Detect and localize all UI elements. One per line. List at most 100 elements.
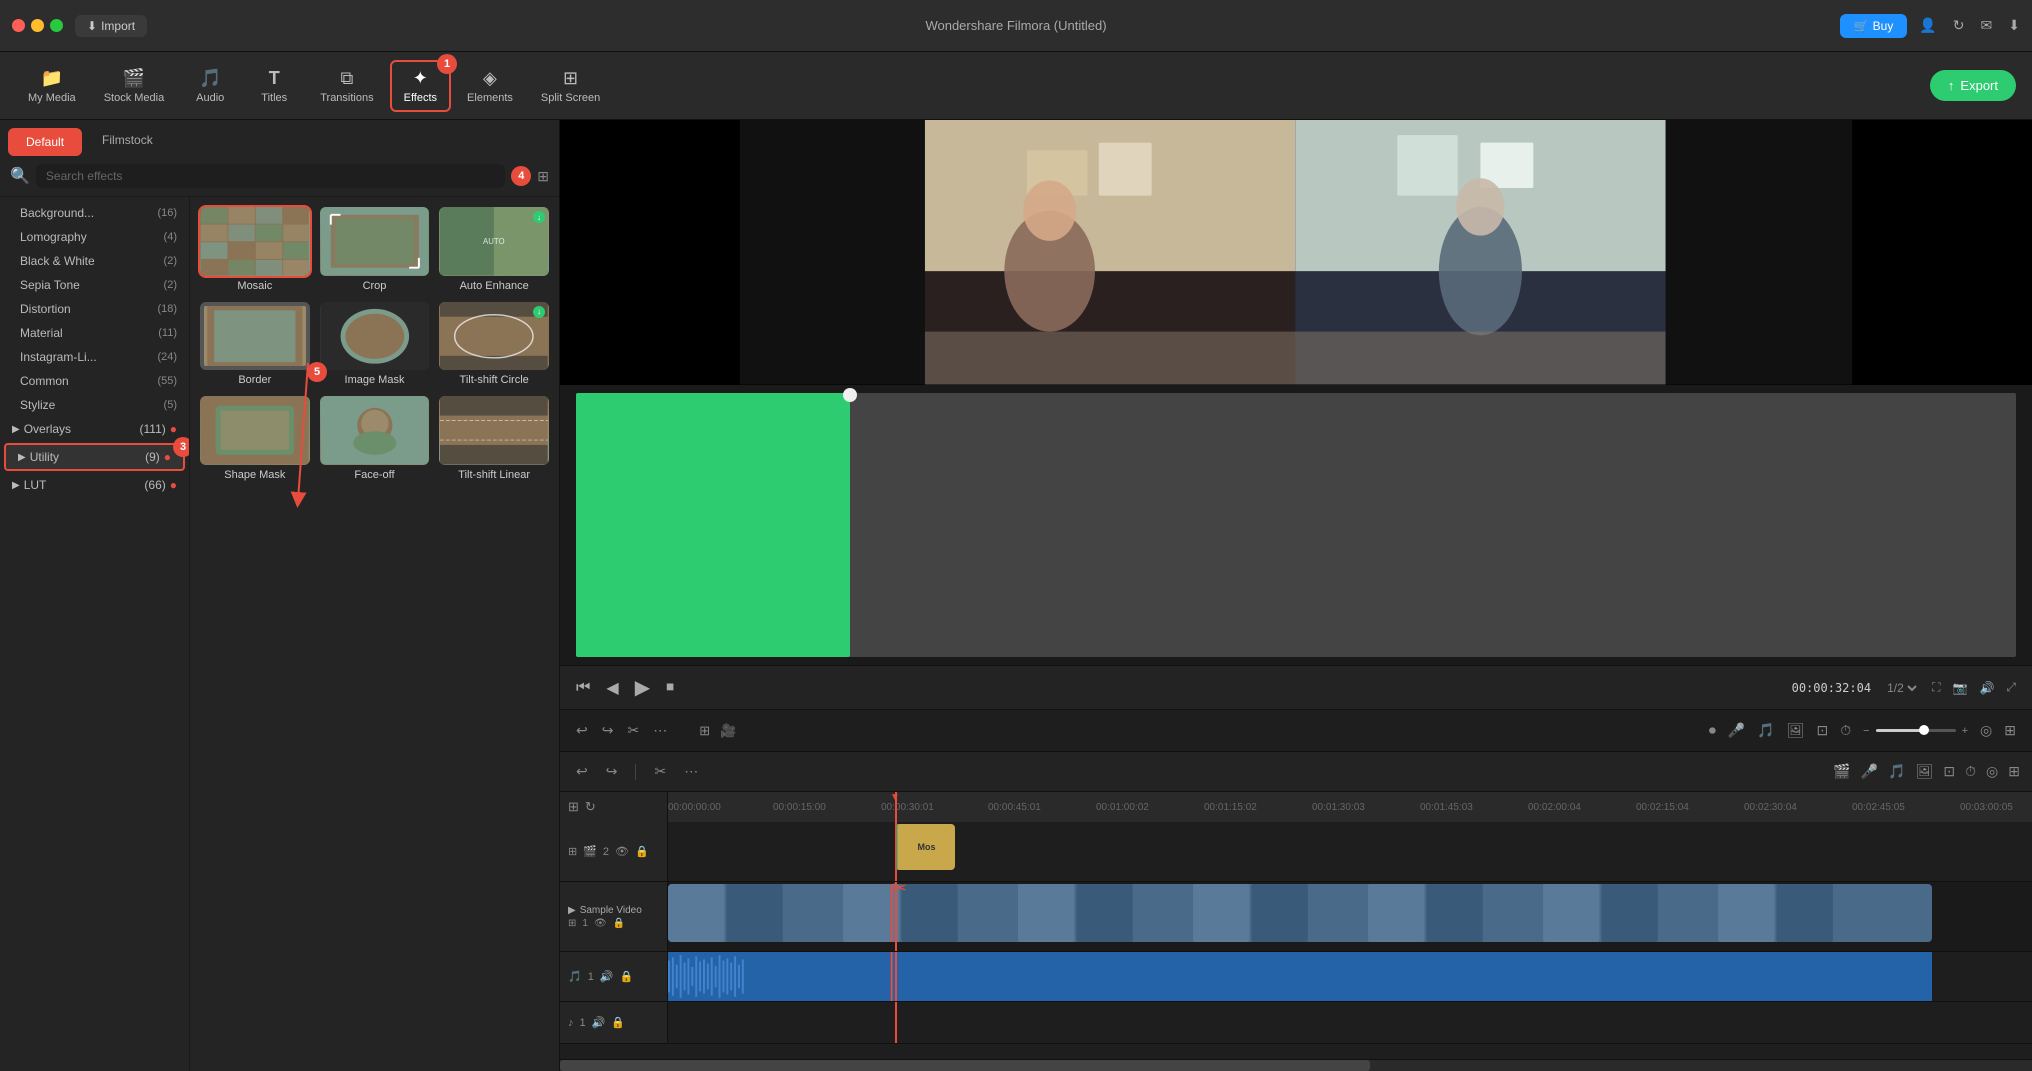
tl-undo-icon[interactable]: ↩ [572,759,592,784]
music-icon[interactable]: 🎵 [1757,722,1774,739]
user-icon[interactable]: 👤 [1919,17,1936,34]
sidebar-item-distortion[interactable]: Distortion (18) [0,297,189,321]
record-icon[interactable]: ⏺ [1709,722,1716,739]
buy-button[interactable]: 🛒 Buy [1840,14,1908,38]
tl-redo-icon[interactable]: ↪ [602,759,622,784]
play-icon[interactable]: ▶ [635,675,650,700]
track-2-eye-icon[interactable]: 👁 [615,845,629,858]
tab-default[interactable]: Default [8,128,82,156]
toolbar-item-elements[interactable]: ◈ Elements [455,62,525,110]
sidebar-item-lomography[interactable]: Lomography (4) [0,225,189,249]
sidebar-item-instagram[interactable]: Instagram-Li... (24) [0,345,189,369]
undo-icon[interactable]: ↩ [576,722,588,739]
effect-card-image-mask[interactable]: Image Mask [320,302,430,387]
split-icon[interactable]: ⊡ [1817,722,1829,739]
settings-icon[interactable]: ⬇ [2008,17,2020,34]
sidebar-item-sepia-tone[interactable]: Sepia Tone (2) [0,273,189,297]
grid-view-icon[interactable]: ⊞ [537,168,549,185]
play-back-icon[interactable]: ◀ [606,678,618,698]
effect-card-tiltshift-circle[interactable]: ↓ Tilt-shift Circle [439,302,549,387]
sidebar-item-black-white[interactable]: Black & White (2) [0,249,189,273]
tl-grid-icon[interactable]: ⊞ [2008,763,2020,780]
target-icon[interactable]: ◎ [1980,722,1992,739]
minimize-button[interactable] [31,19,44,32]
image-icon[interactable]: 🖼 [1787,722,1805,739]
sidebar-item-stylize[interactable]: Stylize (5) [0,393,189,417]
mail-icon[interactable]: ✉ [1981,17,1993,34]
effect-card-crop[interactable]: Crop [320,207,430,292]
toolbar-item-split-screen[interactable]: ⊞ Split Screen [529,62,612,110]
effect-card-auto-enhance[interactable]: AUTO ↓ Auto Enhance [439,207,549,292]
tl-more-icon[interactable]: ⋯ [680,759,702,784]
tl-cut-icon[interactable]: ✂ [650,759,670,784]
close-button[interactable] [12,19,25,32]
magnet-icon[interactable]: ✂ [627,722,639,739]
ratio-select[interactable]: 1/2 1/1 1/4 [1883,680,1920,696]
toolbar-item-my-media[interactable]: 📁 My Media [16,62,88,110]
export-button[interactable]: ↑ Export [1930,70,2016,101]
track-1-eye-icon[interactable]: 👁 [594,918,607,929]
tl-target-icon[interactable]: ◎ [1986,763,1998,780]
tl-mic-icon[interactable]: 🎤 [1861,763,1878,780]
audio-vol-icon[interactable]: 🔊 [592,1016,606,1029]
sidebar-section-utility[interactable]: ▶ Utility (9) ● 3 [4,443,185,471]
toolbar-item-titles[interactable]: T Titles [244,62,304,110]
audio-lock-icon[interactable]: 🔒 [611,1016,625,1029]
sidebar-label-material: Material [20,326,63,340]
redo-icon[interactable]: ↪ [602,722,614,739]
effect-card-border[interactable]: Border [200,302,310,387]
sidebar-item-background[interactable]: Background... (16) [0,201,189,225]
timeline-scrollbar-thumb[interactable] [560,1060,1370,1071]
zoom-out-icon[interactable]: − [1863,725,1869,737]
track-audio-vol-icon[interactable]: 🔊 [600,970,614,983]
zoom-in-icon[interactable]: + [1962,725,1968,737]
zoom-track[interactable] [1876,729,1956,732]
split-screen-label: Split Screen [541,92,600,104]
progress-thumb[interactable] [843,388,857,402]
video-clip-strip[interactable] [668,884,1932,942]
sidebar-item-material[interactable]: Material (11) [0,321,189,345]
fullscreen-icon[interactable]: ⛶ [1932,680,1940,695]
stop-icon[interactable]: ⏹ [666,679,674,697]
effect-card-face-off[interactable]: Face-off [320,396,430,481]
sidebar-section-lut[interactable]: ▶ LUT (66) ● [0,473,189,497]
timeline-scrollbar[interactable] [560,1059,2032,1071]
tl-image-icon[interactable]: 🖼 [1916,763,1934,780]
sidebar-item-common[interactable]: Common (55) [0,369,189,393]
track-2-lock-icon[interactable]: 🔒 [635,845,649,858]
volume-icon[interactable]: 🔊 [1979,681,1994,695]
expand-icon[interactable]: ⤢ [2006,680,2016,695]
toolbar-item-audio[interactable]: 🎵 Audio [180,62,240,110]
camera-header-icon[interactable]: ↻ [585,799,596,815]
maximize-button[interactable] [50,19,63,32]
toolbar-item-effects[interactable]: ✦ Effects 1 [390,60,451,112]
add-track-header-icon[interactable]: ⊞ [568,799,579,815]
tl-video-icon[interactable]: 🎬 [1833,763,1850,780]
effect-clip-mosaic[interactable]: Mos [895,824,955,870]
zoom-thumb[interactable] [1919,725,1929,735]
tl-split-icon[interactable]: ⊡ [1943,763,1955,780]
skip-back-icon[interactable]: ⏮ [576,679,590,697]
search-input[interactable] [36,164,505,188]
clock-icon[interactable]: ⏱ [1840,722,1851,739]
track-1-lock-icon[interactable]: 🔒 [613,918,625,929]
effect-card-shape-mask[interactable]: Shape Mask [200,396,310,481]
sidebar-section-overlays[interactable]: ▶ Overlays (111) ● [0,417,189,441]
progress-bar-container[interactable] [576,393,2016,658]
tl-clock-icon[interactable]: ⏱ [1965,763,1976,780]
effect-card-mosaic[interactable]: Mosaic [200,207,310,292]
toolbar-item-stock-media[interactable]: 🎬 Stock Media [92,62,177,110]
import-button[interactable]: ⬇ Import [75,15,147,37]
add-track-icon[interactable]: ⊞ [699,723,710,739]
grid-settings-icon[interactable]: ⊞ [2004,722,2016,739]
more-icon[interactable]: ⋯ [653,722,667,739]
camera-icon[interactable]: 🎥 [720,723,736,739]
track-audio-lock-icon[interactable]: 🔒 [620,970,634,983]
toolbar-item-transitions[interactable]: ⧉ Transitions [308,62,385,110]
tab-filmstock[interactable]: Filmstock [86,128,169,156]
mic-icon[interactable]: 🎤 [1728,722,1745,739]
effect-card-tiltshift-linear[interactable]: Tilt-shift Linear [439,396,549,481]
refresh-icon[interactable]: ↻ [1953,17,1965,34]
tl-music-icon[interactable]: 🎵 [1888,763,1905,780]
snapshot-icon[interactable]: 📷 [1952,681,1967,695]
